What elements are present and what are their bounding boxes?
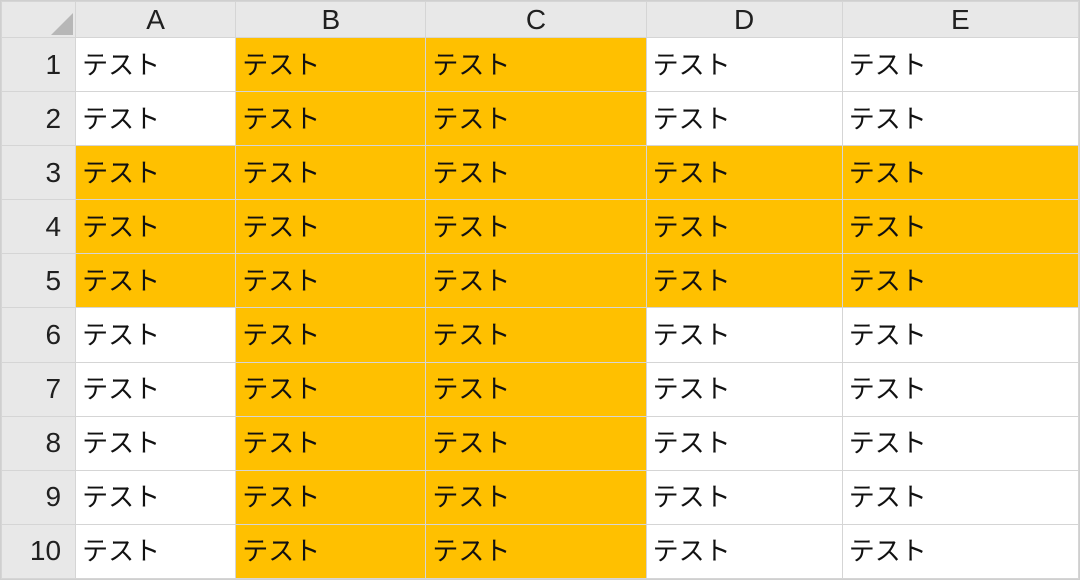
cell-B6[interactable]: テスト — [236, 308, 426, 362]
cell-D8[interactable]: テスト — [646, 416, 842, 470]
cell-D6[interactable]: テスト — [646, 308, 842, 362]
row-header-6[interactable]: 6 — [2, 308, 76, 362]
cell-B8[interactable]: テスト — [236, 416, 426, 470]
cell-D2[interactable]: テスト — [646, 92, 842, 146]
col-header-C[interactable]: C — [426, 2, 646, 38]
cell-D9[interactable]: テスト — [646, 470, 842, 524]
cell-E10[interactable]: テスト — [842, 524, 1078, 578]
cell-C1[interactable]: テスト — [426, 38, 646, 92]
cell-C4[interactable]: テスト — [426, 200, 646, 254]
row-header-10[interactable]: 10 — [2, 524, 76, 578]
cell-A8[interactable]: テスト — [76, 416, 236, 470]
col-header-A[interactable]: A — [76, 2, 236, 38]
cell-C9[interactable]: テスト — [426, 470, 646, 524]
cell-E2[interactable]: テスト — [842, 92, 1078, 146]
cell-C10[interactable]: テスト — [426, 524, 646, 578]
table-row: 4 テスト テスト テスト テスト テスト — [2, 200, 1079, 254]
cell-E4[interactable]: テスト — [842, 200, 1078, 254]
table-row: 9 テスト テスト テスト テスト テスト — [2, 470, 1079, 524]
cell-D7[interactable]: テスト — [646, 362, 842, 416]
cell-C8[interactable]: テスト — [426, 416, 646, 470]
cell-A7[interactable]: テスト — [76, 362, 236, 416]
row-header-7[interactable]: 7 — [2, 362, 76, 416]
grid-table: A B C D E 1 テスト テスト テスト テスト テスト 2 テスト テス… — [1, 1, 1079, 579]
row-header-1[interactable]: 1 — [2, 38, 76, 92]
col-header-B[interactable]: B — [236, 2, 426, 38]
cell-E7[interactable]: テスト — [842, 362, 1078, 416]
cell-A10[interactable]: テスト — [76, 524, 236, 578]
cell-E9[interactable]: テスト — [842, 470, 1078, 524]
row-header-8[interactable]: 8 — [2, 416, 76, 470]
table-row: 5 テスト テスト テスト テスト テスト — [2, 254, 1079, 308]
cell-C2[interactable]: テスト — [426, 92, 646, 146]
cell-B9[interactable]: テスト — [236, 470, 426, 524]
cell-D5[interactable]: テスト — [646, 254, 842, 308]
spreadsheet[interactable]: A B C D E 1 テスト テスト テスト テスト テスト 2 テスト テス… — [0, 0, 1080, 580]
cell-E3[interactable]: テスト — [842, 146, 1078, 200]
cell-D4[interactable]: テスト — [646, 200, 842, 254]
table-row: 1 テスト テスト テスト テスト テスト — [2, 38, 1079, 92]
row-header-9[interactable]: 9 — [2, 470, 76, 524]
col-header-D[interactable]: D — [646, 2, 842, 38]
cell-B5[interactable]: テスト — [236, 254, 426, 308]
cell-E8[interactable]: テスト — [842, 416, 1078, 470]
cell-B3[interactable]: テスト — [236, 146, 426, 200]
row-header-4[interactable]: 4 — [2, 200, 76, 254]
select-all-icon — [51, 13, 73, 35]
cell-B2[interactable]: テスト — [236, 92, 426, 146]
row-header-5[interactable]: 5 — [2, 254, 76, 308]
cell-B10[interactable]: テスト — [236, 524, 426, 578]
cell-C3[interactable]: テスト — [426, 146, 646, 200]
cell-D1[interactable]: テスト — [646, 38, 842, 92]
cell-E5[interactable]: テスト — [842, 254, 1078, 308]
cell-E1[interactable]: テスト — [842, 38, 1078, 92]
cell-D3[interactable]: テスト — [646, 146, 842, 200]
cell-B4[interactable]: テスト — [236, 200, 426, 254]
cell-C5[interactable]: テスト — [426, 254, 646, 308]
cell-C6[interactable]: テスト — [426, 308, 646, 362]
cell-B1[interactable]: テスト — [236, 38, 426, 92]
row-header-2[interactable]: 2 — [2, 92, 76, 146]
column-header-row: A B C D E — [2, 2, 1079, 38]
row-header-3[interactable]: 3 — [2, 146, 76, 200]
table-row: 8 テスト テスト テスト テスト テスト — [2, 416, 1079, 470]
cell-E6[interactable]: テスト — [842, 308, 1078, 362]
cell-B7[interactable]: テスト — [236, 362, 426, 416]
cell-A3[interactable]: テスト — [76, 146, 236, 200]
table-row: 3 テスト テスト テスト テスト テスト — [2, 146, 1079, 200]
cell-A4[interactable]: テスト — [76, 200, 236, 254]
select-all-corner[interactable] — [2, 2, 76, 38]
cell-A1[interactable]: テスト — [76, 38, 236, 92]
cell-A6[interactable]: テスト — [76, 308, 236, 362]
cell-D10[interactable]: テスト — [646, 524, 842, 578]
table-row: 6 テスト テスト テスト テスト テスト — [2, 308, 1079, 362]
col-header-E[interactable]: E — [842, 2, 1078, 38]
cell-A5[interactable]: テスト — [76, 254, 236, 308]
cell-A2[interactable]: テスト — [76, 92, 236, 146]
cell-A9[interactable]: テスト — [76, 470, 236, 524]
cell-C7[interactable]: テスト — [426, 362, 646, 416]
table-row: 7 テスト テスト テスト テスト テスト — [2, 362, 1079, 416]
table-row: 10 テスト テスト テスト テスト テスト — [2, 524, 1079, 578]
table-row: 2 テスト テスト テスト テスト テスト — [2, 92, 1079, 146]
